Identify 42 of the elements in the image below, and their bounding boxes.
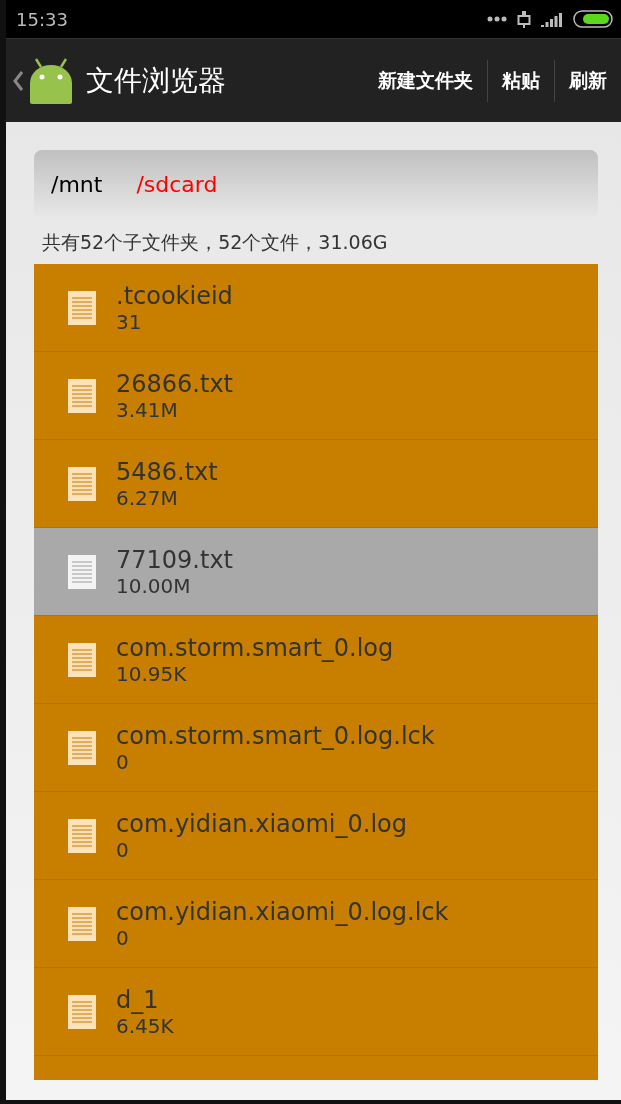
file-name: com.yidian.xiaomi_0.log <box>116 809 407 838</box>
file-size: 0 <box>116 749 129 774</box>
file-size: 0 <box>116 925 129 950</box>
back-icon[interactable] <box>12 69 24 92</box>
document-icon <box>68 554 96 589</box>
file-name: 77109.txt <box>116 545 233 574</box>
folder-summary: 共有52个子文件夹，52个文件，31.06G <box>41 230 389 255</box>
file-size: 3.41M <box>116 397 179 422</box>
file-size: 6.27M <box>116 485 179 510</box>
document-icon <box>68 730 96 765</box>
file-size: 10.95K <box>116 661 187 686</box>
document-icon <box>68 378 96 413</box>
app-title: 文件浏览器 <box>86 62 227 99</box>
document-icon <box>68 290 96 325</box>
file-name: d_1 <box>116 985 160 1014</box>
file-size: 0 <box>116 837 129 862</box>
file-name: 5486.txt <box>116 457 218 486</box>
document-icon <box>68 906 96 941</box>
file-name: .tcookieid <box>116 281 233 310</box>
file-size: 6.45K <box>116 1013 174 1038</box>
toolbar-action[interactable]: 新建文件夹 <box>364 59 487 102</box>
toolbar-action[interactable]: 粘贴 <box>487 59 554 102</box>
document-icon <box>68 994 96 1029</box>
document-icon <box>68 466 96 501</box>
path-crumb[interactable]: /mnt <box>51 171 103 197</box>
file-name: com.storm.smart_0.log.lck <box>116 721 435 750</box>
more-icon <box>487 16 507 22</box>
file-name: com.storm.smart_0.log <box>116 633 394 662</box>
android-icon <box>28 56 74 105</box>
file-size: 31 <box>116 309 143 334</box>
file-size: 10.00M <box>116 573 192 598</box>
document-icon <box>68 642 96 677</box>
path-crumb[interactable]: /sdcard <box>136 171 218 197</box>
file-row[interactable]: 77109.txt 10.00M <box>34 528 598 616</box>
battery-icon <box>573 10 613 28</box>
file-name: 26866.txt <box>116 369 233 398</box>
toolbar-action[interactable]: 刷新 <box>554 59 621 102</box>
clock: 15:33 <box>16 8 68 30</box>
document-icon <box>68 818 96 853</box>
file-name: com.yidian.xiaomi_0.log.lck <box>116 897 449 926</box>
alarm-icon <box>517 10 531 28</box>
signal-icon <box>541 11 563 27</box>
